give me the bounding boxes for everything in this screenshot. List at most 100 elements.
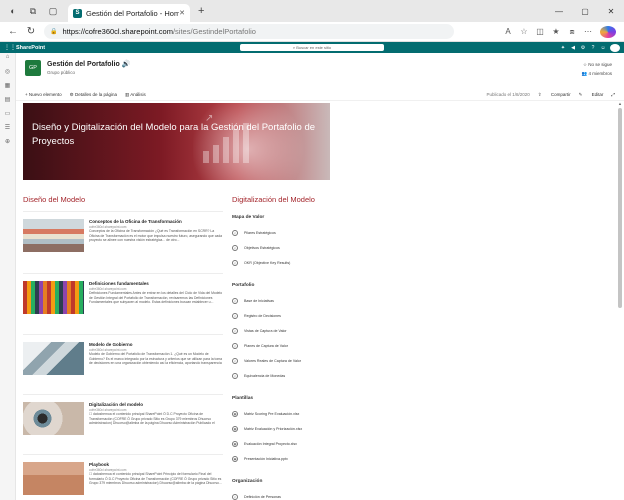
settings-icon[interactable]: ⚙ [578,45,588,51]
link-icon: ◇ [232,373,238,379]
minimize-icon[interactable]: — [546,0,572,22]
globe-icon[interactable]: ◎ [0,68,15,81]
tab-title: Gestión del Portafolio - Home [86,8,180,18]
command-bar-right: Publicado el 1/8/2020 ⇧ Compartir ✎ Edit… [479,92,616,98]
lock-icon[interactable]: 🔒 [50,28,57,35]
hero-banner[interactable]: ↗ Diseño y Digitalización del Modelo par… [23,103,330,180]
quick-link[interactable]: ◇ Registro de Decisiones [232,313,281,319]
article-description: Conceptos de la Oficina de Transformació… [89,229,223,242]
link-icon: ◇ [232,358,238,364]
my-sites-icon[interactable]: ▦ [0,82,15,95]
favorites-icon[interactable]: ★ [548,27,564,36]
link-icon: ◇ [232,343,238,349]
page-content: GP Gestión del Portafolio 🔊 Grupo públic… [16,53,624,500]
close-window-icon[interactable]: ✕ [598,0,624,22]
more-options-icon[interactable]: ⋯ [580,27,596,36]
analytics-button[interactable]: ▥ Análisis [125,92,146,98]
sharepoint-suite-bar: ⋮⋮ SharePoint ⌕ Buscar en este sitio ✦ ◀… [0,42,624,53]
link-icon: ◇ [232,313,238,319]
article-thumbnail [23,462,84,495]
news-article[interactable]: Modelo de Gobierno cofre360cl.sharepoint… [23,334,223,384]
lists-icon[interactable]: ☰ [0,124,15,137]
new-tab-icon[interactable]: + [198,5,204,17]
article-thumbnail [23,402,84,435]
feedback-icon[interactable]: ☺ [598,45,608,51]
quick-link-label: Pilares Estratégicos [244,231,276,235]
page-details-button[interactable]: ⚙ Detalles de la página [70,92,117,98]
scroll-up-arrow-icon[interactable]: ▲ [618,101,622,106]
url-field[interactable]: 🔒 https://cofre360cl.sharepoint.com /sit… [44,24,454,39]
quick-link[interactable]: ◇ Equivalencia de Monedas [232,373,285,379]
excel-file-icon: ▦ [232,426,238,432]
share-button[interactable]: ⇧ Compartir [538,92,571,98]
quick-link-label: Equivalencia de Monedas [244,374,286,378]
quick-link-label: Objetivos Estratégicos [244,246,280,250]
profile-icon[interactable]: ◐ [6,4,20,18]
page-scrollbar[interactable] [618,108,622,308]
quick-link[interactable]: ▦ Evaluación Integral Proyecto.xlsx [232,441,297,447]
tab-active[interactable]: S Gestión del Portafolio - Home ✕ [68,4,190,22]
favorite-star-icon[interactable]: ☆ [516,27,532,36]
maximize-icon[interactable]: ▢ [572,0,598,22]
news-article[interactable]: Playbook cofre360cl.sharepoint.com ☐ dat… [23,454,223,500]
command-bar: + Nuevo elemento ⚙ Detalles de la página… [16,89,624,101]
files-icon[interactable]: ▭ [0,110,15,123]
news-icon[interactable]: ▤ [0,96,15,109]
quick-link-label: Vistas de Captura de Valor [244,329,287,333]
section-heading: Plantillas [232,396,254,401]
new-button[interactable]: + Nuevo elemento [25,92,62,97]
quick-link[interactable]: ◇ Planes de Captura de Valor [232,343,288,349]
news-article[interactable]: Definiciones fundamentales cofre360cl.sh… [23,273,223,323]
quick-link[interactable]: ◇ OKR (Objective Key Results) [232,260,290,266]
search-placeholder: Buscar en este sitio [296,45,332,50]
news-article[interactable]: Digitalización del modelo cofre360cl.sha… [23,394,223,444]
quick-link-label: Planes de Captura de Valor [244,344,288,348]
quick-link[interactable]: ▦ Matriz Scoring Pre Evaluación.xlsx [232,411,299,417]
quick-link[interactable]: ▦ Matriz Evaluación y Priorización.xlsx [232,426,302,432]
edit-button[interactable]: ✎ Editar [579,92,604,98]
sharepoint-brand[interactable]: SharePoint [16,45,45,51]
back-icon[interactable]: ← [4,26,22,37]
site-search-input[interactable]: ⌕ Buscar en este sitio [240,44,384,51]
quick-link[interactable]: ◇ Pilares Estratégicos [232,230,276,236]
site-name[interactable]: Gestión del Portafolio 🔊 [47,60,130,68]
section-heading: Organización [232,479,263,484]
copilot-icon[interactable] [600,25,616,38]
copilot-suite-icon[interactable]: ✦ [558,45,568,51]
refresh-icon[interactable]: ↻ [22,26,40,37]
article-title: Modelo de Gobierno [89,342,133,347]
members-button[interactable]: 👥 4 miembros [582,69,612,78]
home-icon[interactable]: ⌂ [0,54,15,67]
megaphone-icon[interactable]: ◀ [568,45,578,51]
quick-link-label: Definición de Personas [244,495,281,499]
tab-actions-icon[interactable]: ▢ [46,4,60,18]
quick-link[interactable]: ◇ Vistas de Captura de Valor [232,328,287,334]
quick-link-label: Presentación Iniciativa.pptx [244,457,288,461]
workspaces-icon[interactable]: ⧉ [26,4,40,18]
site-follow-area: ☆ No se sigue 👥 4 miembros [582,60,612,78]
avatar[interactable]: PE [610,43,620,52]
help-icon[interactable]: ? [588,45,598,51]
article-description: ☐ datoshemoa el contenido principal Shar… [89,412,215,426]
quick-link[interactable]: ▣ Presentación Iniciativa.pptx [232,456,288,462]
reader-icon[interactable]: A [500,27,516,36]
site-logo[interactable]: GP [25,60,41,76]
quick-link[interactable]: ◇ Base de Iniciativas [232,298,274,304]
close-tab-icon[interactable]: ✕ [179,9,185,17]
follow-button[interactable]: ☆ No se sigue [582,60,612,69]
expand-icon[interactable]: ⤢ [611,92,615,98]
quick-link[interactable]: ◇ Valores Reales de Captura de Valor [232,358,301,364]
link-icon: ◇ [232,230,238,236]
quick-link[interactable]: ◇ Objetivos Estratégicos [232,245,280,251]
app-launcher-icon[interactable]: ⋮⋮ [4,44,16,51]
site-subtitle: Grupo público [47,70,76,75]
add-icon[interactable]: ⊕ [0,138,15,151]
collections-icon[interactable]: ⧈ [564,27,580,37]
split-screen-icon[interactable]: ◫ [532,27,548,36]
quick-link-label: Evaluación Integral Proyecto.xlsx [244,442,297,446]
quick-link[interactable]: ◇ Definición de Personas [232,494,281,500]
digitalization-section-title: Digitalización del Modelo [232,195,315,204]
news-article[interactable]: Conceptos de la Oficina de Transformació… [23,211,223,261]
excel-file-icon: ▦ [232,411,238,417]
quick-link-label: Matriz Scoring Pre Evaluación.xlsx [244,412,300,416]
